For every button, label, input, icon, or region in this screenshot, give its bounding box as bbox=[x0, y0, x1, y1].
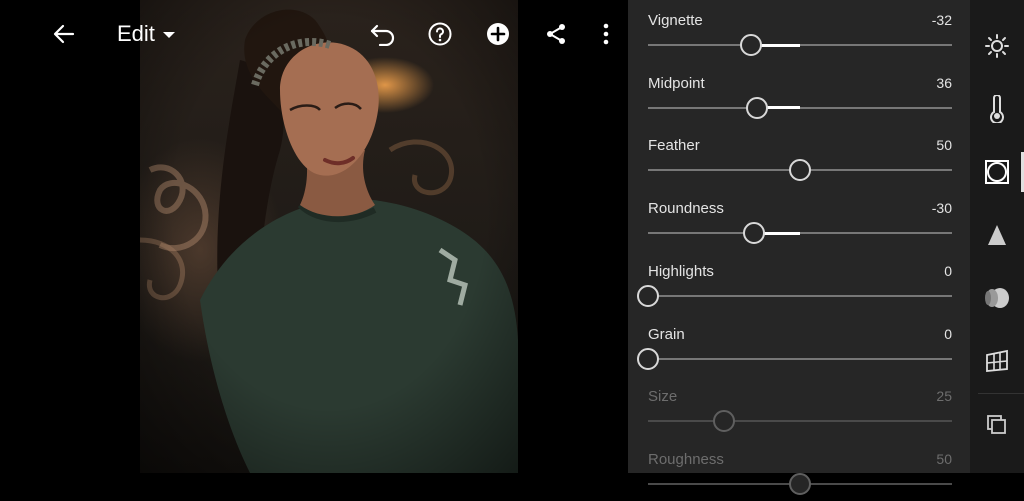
slider-label: Midpoint bbox=[648, 74, 705, 92]
slider-label: Size bbox=[648, 388, 678, 406]
undo-icon[interactable] bbox=[367, 18, 399, 50]
slider-value[interactable]: 0 bbox=[944, 263, 952, 279]
add-icon[interactable] bbox=[482, 18, 514, 50]
geometry-icon[interactable] bbox=[982, 346, 1012, 376]
slider-grain: Grain 0 bbox=[637, 314, 952, 376]
photo-canvas[interactable] bbox=[140, 0, 518, 473]
slider-label: Roundness bbox=[648, 200, 724, 218]
slider-value[interactable]: -30 bbox=[932, 200, 952, 216]
top-bar: Edit bbox=[0, 0, 628, 70]
slider-thumb bbox=[789, 472, 811, 495]
slider-value[interactable]: 36 bbox=[936, 75, 952, 91]
share-icon[interactable] bbox=[540, 18, 572, 50]
chevron-down-icon bbox=[162, 32, 175, 38]
slider-label: Vignette bbox=[648, 12, 703, 29]
slider-midpoint: Midpoint 36 bbox=[648, 63, 952, 125]
edit-mode-dropdown[interactable]: Edit bbox=[117, 21, 175, 47]
slider-label: Feather bbox=[648, 137, 700, 155]
slider-track[interactable] bbox=[648, 34, 952, 56]
slider-size: Size 25 bbox=[648, 376, 952, 438]
divider bbox=[978, 393, 1024, 394]
help-icon[interactable] bbox=[424, 18, 456, 50]
slider-label: Roughness bbox=[648, 450, 724, 468]
slider-value[interactable]: 0 bbox=[944, 326, 952, 342]
effects-vignette-icon[interactable] bbox=[982, 157, 1012, 187]
slider-thumb[interactable] bbox=[740, 34, 763, 56]
back-arrow-icon[interactable] bbox=[48, 18, 80, 50]
slider-thumb[interactable] bbox=[637, 347, 659, 370]
slider-track[interactable] bbox=[637, 284, 952, 307]
slider-thumb[interactable] bbox=[637, 284, 659, 307]
more-vertical-icon[interactable] bbox=[590, 18, 622, 50]
slider-value[interactable]: 50 bbox=[936, 137, 952, 153]
color-temperature-icon[interactable] bbox=[982, 94, 1012, 124]
slider-thumb bbox=[713, 410, 735, 433]
slider-thumb[interactable] bbox=[789, 159, 811, 182]
slider-value[interactable]: -32 bbox=[932, 12, 952, 28]
portrait-image bbox=[140, 0, 518, 473]
detail-sharpen-icon[interactable] bbox=[982, 220, 1012, 250]
slider-roughness: Roughness 50 bbox=[648, 439, 952, 501]
slider-track[interactable] bbox=[637, 347, 952, 370]
tool-strip bbox=[970, 0, 1024, 473]
slider-track bbox=[648, 472, 952, 495]
versions-icon[interactable] bbox=[982, 410, 1012, 440]
page-title: Edit bbox=[117, 21, 155, 46]
slider-value: 50 bbox=[936, 450, 952, 467]
slider-feather: Feather 50 bbox=[648, 125, 952, 187]
slider-vignette: Vignette -32 bbox=[648, 0, 952, 62]
slider-track bbox=[648, 410, 952, 433]
slider-thumb[interactable] bbox=[746, 96, 769, 119]
slider-roundness: Roundness -30 bbox=[648, 188, 952, 250]
optics-lens-icon[interactable] bbox=[982, 283, 1012, 313]
slider-label: Grain bbox=[648, 325, 685, 343]
slider-track[interactable] bbox=[648, 159, 952, 182]
slider-value: 25 bbox=[936, 388, 952, 405]
slider-highlights: Highlights 0 bbox=[637, 251, 952, 313]
effects-panel: Vignette -32 Midpoint 36 Feather 50 Roundness -… bbox=[628, 0, 970, 495]
light-icon[interactable] bbox=[982, 31, 1012, 61]
slider-track[interactable] bbox=[648, 96, 952, 119]
slider-label: Highlights bbox=[648, 262, 714, 280]
slider-track[interactable] bbox=[648, 222, 952, 245]
slider-thumb[interactable] bbox=[743, 222, 766, 245]
